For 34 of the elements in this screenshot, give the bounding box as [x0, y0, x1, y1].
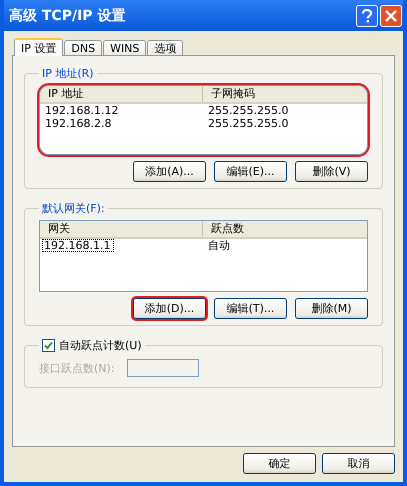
window-title: 高级 TCP/IP 设置	[9, 6, 126, 24]
dialog-button[interactable]: 编辑(E)...	[214, 161, 287, 182]
close-icon	[385, 10, 397, 22]
gateway-list[interactable]: 网关 跃点数 192.168.1.1 自动	[39, 220, 368, 292]
field-label: 接口跃点数(N):	[39, 360, 115, 376]
dialog-button[interactable]: 删除(V)	[295, 161, 368, 182]
tab[interactable]: WINS	[103, 40, 146, 55]
tab[interactable]: 选项	[147, 40, 184, 55]
check-icon	[44, 341, 53, 350]
tab[interactable]: IP 设置	[14, 38, 64, 56]
table-cell-text: 192.168.2.8	[44, 117, 112, 130]
help-icon	[361, 8, 373, 22]
dialog-button[interactable]: 添加(A)...	[133, 161, 206, 182]
table-cell-text: 自动	[207, 239, 231, 252]
ip-list[interactable]: IP 地址 子网掩码 192.168.1.12 255.255.255.0 192.168.2.8 255.255.255.0	[39, 85, 368, 155]
help-button[interactable]	[356, 4, 378, 26]
dialog-button[interactable]: 删除(M)	[295, 298, 368, 319]
dialog-button[interactable]: 取消	[322, 453, 395, 474]
checkbox-label: 自动跃点计数(U)	[59, 338, 142, 353]
group-title: IP 地址(R)	[41, 66, 95, 81]
table-cell-text: 192.168.1.12	[44, 104, 120, 117]
dialog-button[interactable]: 确定	[243, 453, 316, 474]
table-cell-text: 255.255.255.0	[207, 117, 290, 130]
dialog-button[interactable]: 编辑(T)...	[214, 298, 287, 319]
column-header[interactable]: IP 地址	[40, 86, 203, 102]
close-button[interactable]	[380, 4, 402, 26]
table-cell: 192.168.1.1	[42, 239, 114, 252]
column-header[interactable]: 跃点数	[203, 221, 367, 237]
dialog-button[interactable]: 添加(D)...	[133, 298, 206, 319]
column-header[interactable]: 网关	[40, 221, 203, 237]
table-cell-text: 255.255.255.0	[207, 104, 290, 117]
tab[interactable]: DNS	[64, 40, 102, 55]
column-header[interactable]: 子网掩码	[203, 86, 367, 102]
group-title: 默认网关(F):	[41, 201, 106, 216]
